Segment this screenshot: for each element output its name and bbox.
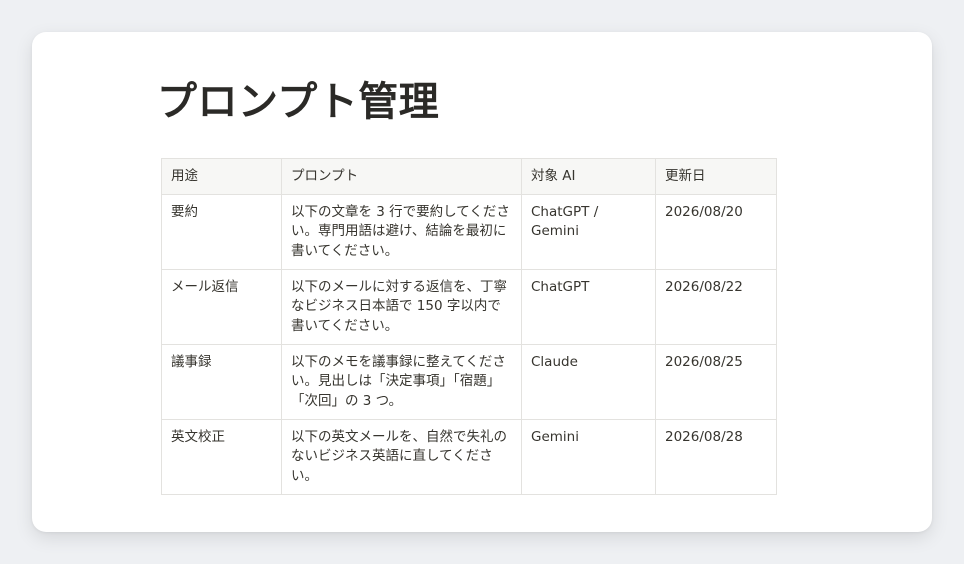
column-header-updated[interactable]: 更新日	[655, 158, 777, 195]
cell-prompt[interactable]: 以下の文章を 3 行で要約してください。専門用語は避け、結論を最初に書いてくださ…	[281, 193, 522, 270]
cell-updated[interactable]: 2026/08/22	[655, 268, 777, 345]
table-row: メール返信 以下のメールに対する返信を、丁寧なビジネス日本語で 150 字以内で…	[161, 268, 777, 345]
cell-target-ai[interactable]: ChatGPT	[521, 268, 656, 345]
table-row: 議事録 以下のメモを議事録に整えてください。見出しは「決定事項」「宿題」「次回」…	[161, 343, 777, 420]
column-header-target-ai[interactable]: 対象 AI	[521, 158, 656, 195]
cell-target-ai[interactable]: Claude	[521, 343, 656, 420]
cell-updated[interactable]: 2026/08/20	[655, 193, 777, 270]
cell-target-ai[interactable]: Gemini	[521, 418, 656, 495]
cell-prompt[interactable]: 以下の英文メールを、自然で失礼のないビジネス英語に直してください。	[281, 418, 522, 495]
cell-updated[interactable]: 2026/08/28	[655, 418, 777, 495]
column-header-prompt[interactable]: プロンプト	[281, 158, 522, 195]
page-title: プロンプト管理	[157, 79, 440, 125]
cell-purpose[interactable]: メール返信	[161, 268, 282, 345]
column-header-purpose[interactable]: 用途	[161, 158, 282, 195]
table-row: 要約 以下の文章を 3 行で要約してください。専門用語は避け、結論を最初に書いて…	[161, 193, 777, 270]
cell-purpose[interactable]: 英文校正	[161, 418, 282, 495]
prompt-table: 用途 プロンプト 対象 AI 更新日 要約 以下の文章を 3 行で要約してくださ…	[161, 158, 777, 495]
cell-updated[interactable]: 2026/08/25	[655, 343, 777, 420]
cell-purpose[interactable]: 要約	[161, 193, 282, 270]
cell-target-ai[interactable]: ChatGPT / Gemini	[521, 193, 656, 270]
cell-prompt[interactable]: 以下のメモを議事録に整えてください。見出しは「決定事項」「宿題」「次回」の 3 …	[281, 343, 522, 420]
cell-prompt[interactable]: 以下のメールに対する返信を、丁寧なビジネス日本語で 150 字以内で書いてくださ…	[281, 268, 522, 345]
page-card: プロンプト管理 用途 プロンプト 対象 AI 更新日 要約 以下の文章を 3 行…	[32, 32, 932, 532]
cell-purpose[interactable]: 議事録	[161, 343, 282, 420]
table-header-row: 用途 プロンプト 対象 AI 更新日	[161, 158, 777, 195]
table-row: 英文校正 以下の英文メールを、自然で失礼のないビジネス英語に直してください。 G…	[161, 418, 777, 495]
